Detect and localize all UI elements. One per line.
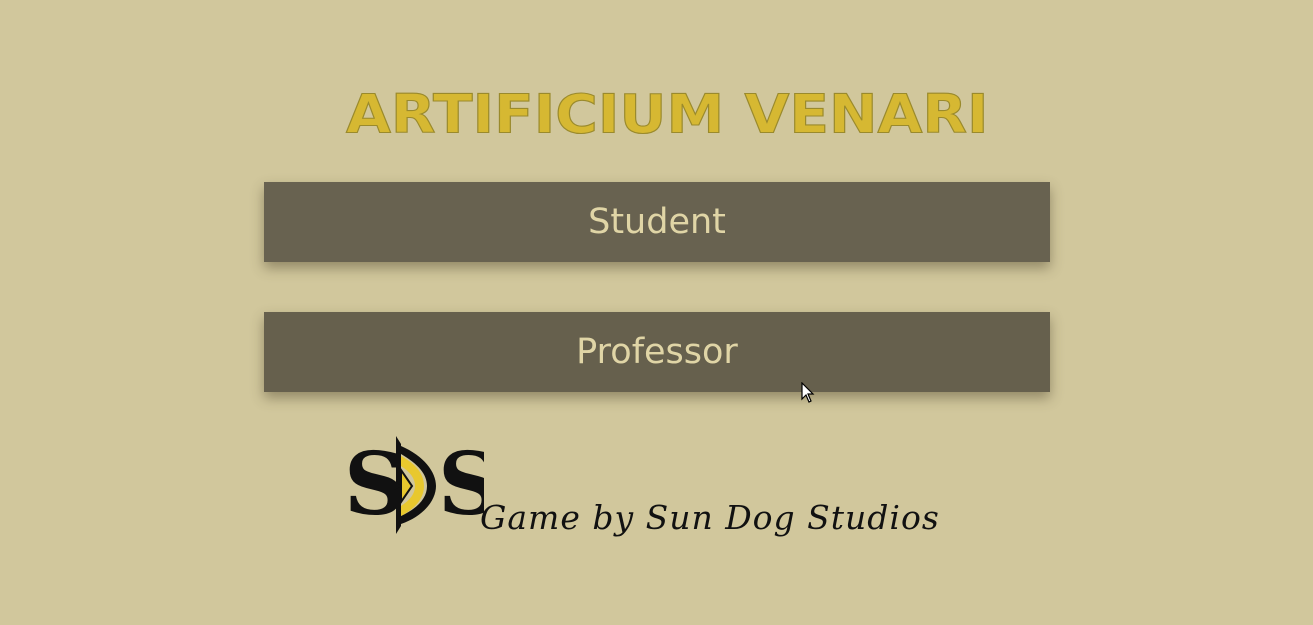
studio-credit: Game by Sun Dog Studios xyxy=(480,498,940,537)
professor-button[interactable]: Professor xyxy=(264,312,1050,392)
game-title: Artificium Venari xyxy=(345,82,989,146)
mouse-cursor-icon xyxy=(801,382,815,403)
svg-text:S: S xyxy=(438,436,484,534)
sun-dog-studios-logo: S S xyxy=(344,436,484,534)
student-button[interactable]: Student xyxy=(264,182,1050,262)
